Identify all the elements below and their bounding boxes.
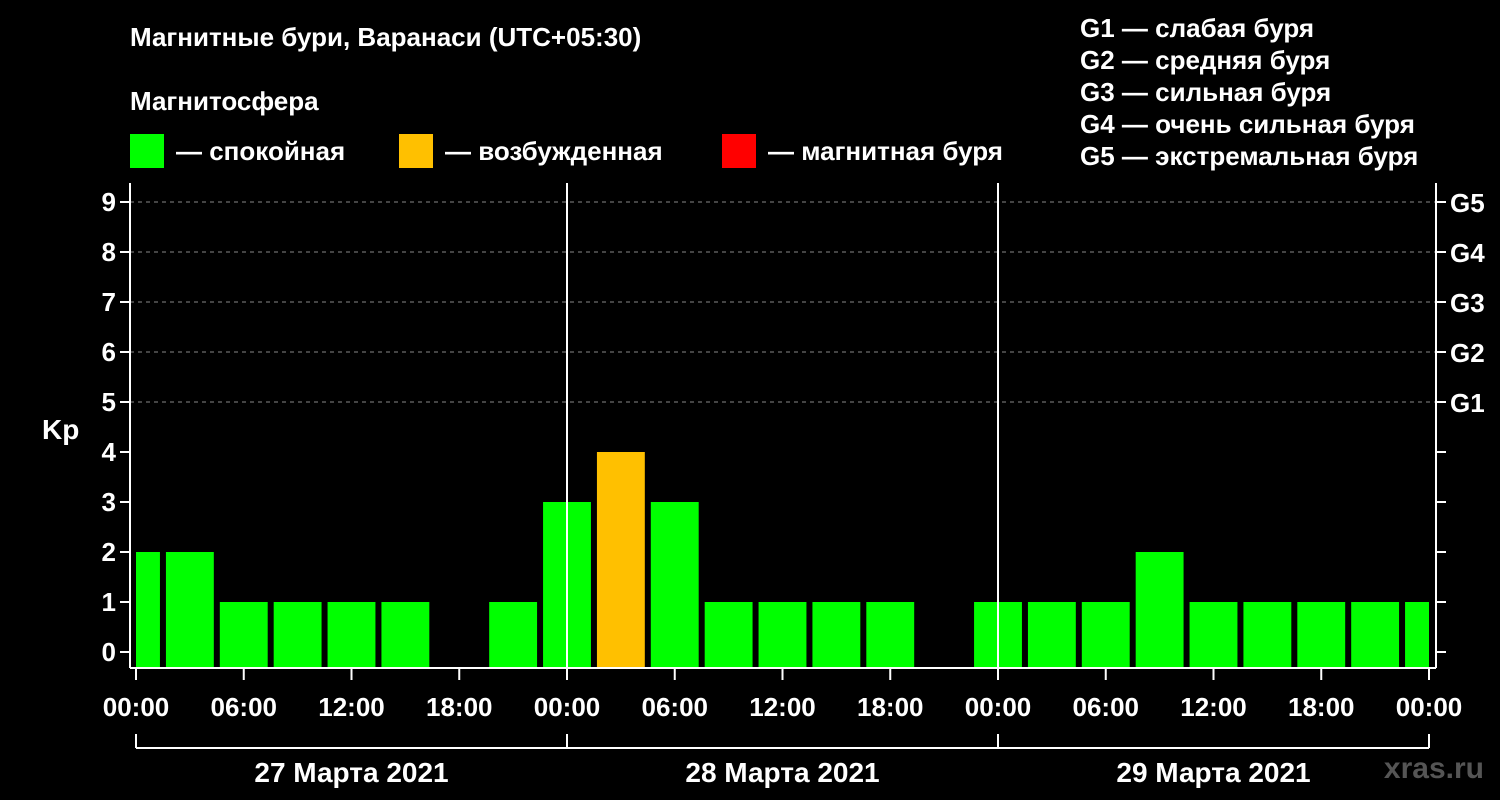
y-tick-label-1: 1 [102,587,116,617]
kp-bar-3 [273,602,322,668]
y-tick-label-0: 0 [102,637,116,667]
y-tick-label-8: 8 [102,237,116,267]
g-axis-label-G4: G4 [1450,238,1485,268]
g-axis-label-G2: G2 [1450,338,1485,368]
kp-bar-21 [1243,602,1292,668]
y-tick-label-9: 9 [102,187,116,217]
y-tick-label-3: 3 [102,487,116,517]
kp-bar-11 [704,602,753,668]
x-tick-label-7: 18:00 [857,692,924,722]
x-tick-label-10: 12:00 [1180,692,1247,722]
x-tick-label-6: 12:00 [749,692,816,722]
x-tick-label-12: 00:00 [1396,692,1463,722]
x-tick-label-0: 00:00 [103,692,170,722]
g-axis-label-G3: G3 [1450,288,1485,318]
kp-bar-7 [489,602,538,668]
kp-bar-19 [1135,552,1184,668]
kp-bar-0 [136,552,160,668]
x-tick-label-11: 18:00 [1288,692,1355,722]
day-label-1: 28 Марта 2021 [685,757,879,788]
x-tick-label-9: 06:00 [1073,692,1140,722]
y-tick-label-2: 2 [102,537,116,567]
day-label-0: 27 Марта 2021 [254,757,448,788]
kp-bar-4 [327,602,376,668]
kp-bar-5 [381,602,430,668]
kp-bar-20 [1189,602,1238,668]
x-tick-label-1: 06:00 [211,692,278,722]
y-tick-label-5: 5 [102,387,116,417]
kp-bar-24 [1405,602,1429,668]
kp-bar-14 [866,602,915,668]
kp-bar-12 [758,602,807,668]
x-tick-label-5: 06:00 [642,692,709,722]
kp-bar-13 [812,602,861,668]
y-tick-label-4: 4 [102,437,117,467]
y-axis-title: Kp [42,414,79,445]
kp-bar-2 [219,602,268,668]
x-tick-label-3: 18:00 [426,692,493,722]
x-tick-label-4: 00:00 [534,692,601,722]
g-axis-label-G5: G5 [1450,188,1485,218]
watermark: xras.ru [1383,752,1484,785]
g-axis-label-G1: G1 [1450,388,1485,418]
kp-bar-18 [1081,602,1130,668]
y-tick-label-6: 6 [102,337,116,367]
day-label-2: 29 Марта 2021 [1116,757,1310,788]
y-tick-label-7: 7 [102,287,116,317]
kp-bar-23 [1351,602,1400,668]
kp-bar-22 [1297,602,1346,668]
x-tick-label-8: 00:00 [965,692,1032,722]
kp-bar-10 [650,502,699,668]
kp-bar-9 [596,452,645,668]
kp-bar-1 [165,552,214,668]
x-tick-label-2: 12:00 [318,692,385,722]
kp-chart: 0 1 2 3 4 5 6 7 8 9 G1 G2 G3 G4 G5 Kp 00:00 06:00 12:00 18:… [42,183,1485,788]
kp-bar-17 [1027,602,1076,668]
